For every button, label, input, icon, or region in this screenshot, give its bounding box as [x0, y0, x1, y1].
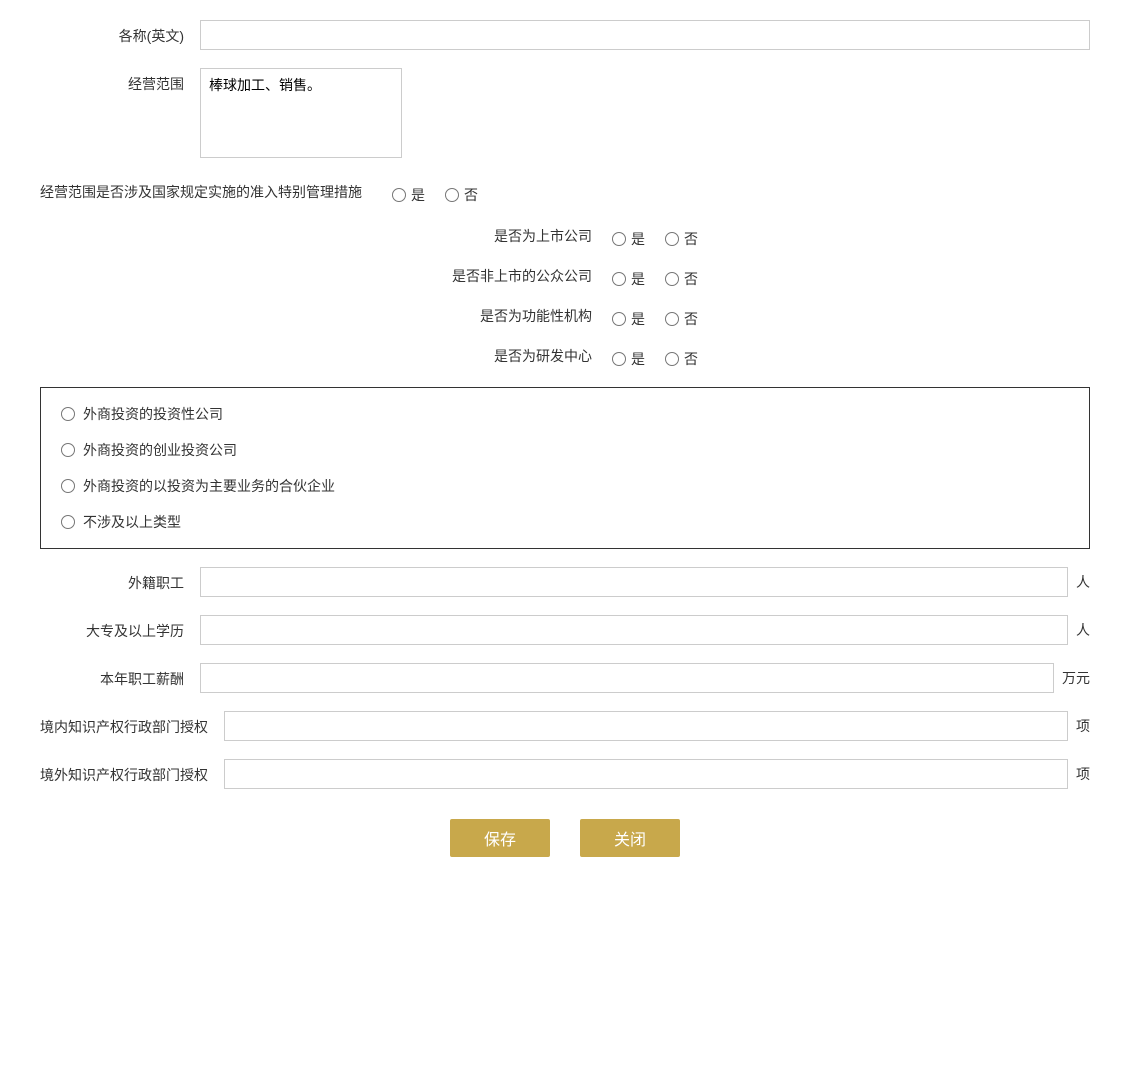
college-edu-input[interactable]	[200, 615, 1068, 645]
listed-no-item[interactable]: 否	[665, 229, 698, 249]
college-edu-row: 大专及以上学历 人	[40, 615, 1090, 645]
foreign-ip-input[interactable]	[224, 759, 1068, 789]
partnership-label: 外商投资的以投资为主要业务的合伙企业	[83, 476, 335, 496]
annual-salary-row: 本年职工薪酬 万元	[40, 663, 1090, 693]
save-button[interactable]: 保存	[450, 819, 550, 857]
none-label: 不涉及以上类型	[83, 512, 181, 532]
rd-center-yes-item[interactable]: 是	[612, 349, 645, 369]
listed-no-radio[interactable]	[665, 232, 679, 246]
name-en-input[interactable]	[200, 20, 1090, 50]
venture-company-radio[interactable]	[61, 443, 75, 457]
investment-company-radio[interactable]	[61, 407, 75, 421]
special-mgmt-no-label: 否	[464, 185, 478, 205]
annual-salary-input[interactable]	[200, 663, 1054, 693]
name-en-row: 各称(英文)	[40, 20, 1090, 50]
none-radio[interactable]	[61, 515, 75, 529]
non-listed-public-yes-radio[interactable]	[612, 272, 626, 286]
button-row: 保存 关闭	[40, 819, 1090, 857]
special-mgmt-label: 经营范围是否涉及国家规定实施的准入特别管理措施	[40, 182, 392, 202]
listed-label: 是否为上市公司	[432, 226, 592, 246]
biz-scope-textarea[interactable]: 棒球加工、销售。	[200, 68, 402, 158]
listed-row: 是否为上市公司 是 否	[432, 223, 698, 249]
functional-org-yes-radio[interactable]	[612, 312, 626, 326]
foreign-workers-label: 外籍职工	[40, 567, 200, 593]
rd-center-yes-label: 是	[631, 349, 645, 369]
foreign-ip-row: 境外知识产权行政部门授权 项	[40, 759, 1090, 789]
non-listed-public-row: 是否非上市的公众公司 是 否	[432, 263, 698, 289]
non-listed-public-no-radio[interactable]	[665, 272, 679, 286]
functional-org-no-radio[interactable]	[665, 312, 679, 326]
non-listed-public-no-label: 否	[684, 269, 698, 289]
college-edu-label: 大专及以上学历	[40, 615, 200, 641]
rd-center-row: 是否为研发中心 是 否	[432, 343, 698, 369]
rd-center-no-label: 否	[684, 349, 698, 369]
foreign-workers-row: 外籍职工 人	[40, 567, 1090, 597]
venture-company-item[interactable]: 外商投资的创业投资公司	[61, 440, 1069, 460]
domestic-ip-input[interactable]	[224, 711, 1068, 741]
investment-type-box: 外商投资的投资性公司 外商投资的创业投资公司 外商投资的以投资为主要业务的合伙企…	[40, 387, 1090, 549]
foreign-workers-input-wrapper: 人	[200, 567, 1090, 597]
non-listed-public-radio-group: 是 否	[612, 263, 698, 289]
domestic-ip-unit: 项	[1068, 716, 1090, 736]
special-mgmt-yes-label: 是	[411, 185, 425, 205]
partnership-item[interactable]: 外商投资的以投资为主要业务的合伙企业	[61, 476, 1069, 496]
non-listed-public-yes-label: 是	[631, 269, 645, 289]
name-en-label: 各称(英文)	[40, 20, 200, 46]
listed-no-label: 否	[684, 229, 698, 249]
form-section: 各称(英文) 经营范围 棒球加工、销售。 经营范围是否涉及国家规定实施的准入特别…	[40, 20, 1090, 857]
foreign-ip-input-wrapper: 项	[224, 759, 1090, 789]
rd-center-no-item[interactable]: 否	[665, 349, 698, 369]
functional-org-label: 是否为功能性机构	[432, 306, 592, 326]
foreign-ip-unit: 项	[1068, 764, 1090, 784]
special-mgmt-yes-item[interactable]: 是	[392, 185, 425, 205]
functional-org-no-label: 否	[684, 309, 698, 329]
college-edu-unit: 人	[1068, 620, 1090, 640]
functional-org-yes-label: 是	[631, 309, 645, 329]
non-listed-public-label: 是否非上市的公众公司	[432, 266, 592, 286]
domestic-ip-row: 境内知识产权行政部门授权 项	[40, 711, 1090, 741]
listed-yes-radio[interactable]	[612, 232, 626, 246]
special-mgmt-no-radio[interactable]	[445, 188, 459, 202]
listed-radio-group: 是 否	[612, 223, 698, 249]
domestic-ip-label: 境内知识产权行政部门授权	[40, 711, 224, 737]
functional-org-no-item[interactable]: 否	[665, 309, 698, 329]
investment-company-item[interactable]: 外商投资的投资性公司	[61, 404, 1069, 424]
functional-org-yes-item[interactable]: 是	[612, 309, 645, 329]
listed-yes-label: 是	[631, 229, 645, 249]
investment-company-label: 外商投资的投资性公司	[83, 404, 223, 424]
foreign-workers-input[interactable]	[200, 567, 1068, 597]
non-listed-public-yes-item[interactable]: 是	[612, 269, 645, 289]
special-mgmt-yes-radio[interactable]	[392, 188, 406, 202]
rd-center-radio-group: 是 否	[612, 343, 698, 369]
biz-scope-label: 经营范围	[40, 68, 200, 94]
none-item[interactable]: 不涉及以上类型	[61, 512, 1069, 532]
domestic-ip-input-wrapper: 项	[224, 711, 1090, 741]
rd-center-no-radio[interactable]	[665, 352, 679, 366]
biz-scope-wrapper: 棒球加工、销售。	[200, 68, 1090, 161]
venture-company-label: 外商投资的创业投资公司	[83, 440, 237, 460]
close-button[interactable]: 关闭	[580, 819, 680, 857]
annual-salary-label: 本年职工薪酬	[40, 663, 200, 689]
special-mgmt-row: 经营范围是否涉及国家规定实施的准入特别管理措施 是 否	[40, 179, 1090, 205]
college-edu-input-wrapper: 人	[200, 615, 1090, 645]
biz-scope-row: 经营范围 棒球加工、销售。	[40, 68, 1090, 161]
foreign-ip-label: 境外知识产权行政部门授权	[40, 759, 224, 785]
non-listed-public-no-item[interactable]: 否	[665, 269, 698, 289]
rd-center-label: 是否为研发中心	[432, 346, 592, 366]
functional-org-row: 是否为功能性机构 是 否	[432, 303, 698, 329]
centered-radio-rows: 是否为上市公司 是 否 是否非上市的公众公司 是	[40, 223, 1090, 369]
rd-center-yes-radio[interactable]	[612, 352, 626, 366]
foreign-workers-unit: 人	[1068, 572, 1090, 592]
annual-salary-unit: 万元	[1054, 668, 1090, 688]
annual-salary-input-wrapper: 万元	[200, 663, 1090, 693]
partnership-radio[interactable]	[61, 479, 75, 493]
special-mgmt-no-item[interactable]: 否	[445, 185, 478, 205]
special-mgmt-radio-group: 是 否	[392, 179, 478, 205]
functional-org-radio-group: 是 否	[612, 303, 698, 329]
listed-yes-item[interactable]: 是	[612, 229, 645, 249]
